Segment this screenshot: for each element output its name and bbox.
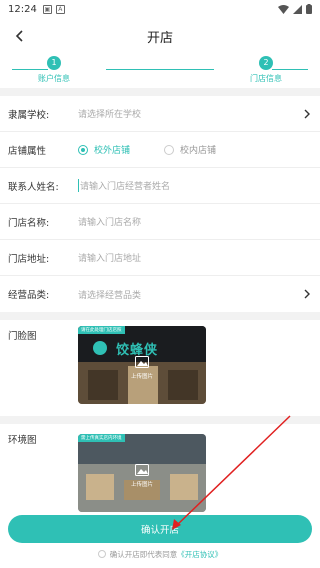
school-placeholder: 请选择所在学校 — [78, 110, 142, 120]
contact-name-input[interactable]: 请输入门店经营者姓名 — [78, 179, 170, 192]
image-icon — [135, 464, 149, 476]
chevron-left-icon — [15, 30, 23, 42]
agreement-row: 确认开店即代表同意 《开店协议》 — [0, 547, 320, 561]
step-indicator: 1 账户信息 2 门店信息 — [0, 52, 320, 88]
wifi-icon — [278, 4, 289, 14]
section-divider — [0, 312, 320, 320]
section-divider — [0, 416, 320, 424]
environment-upload[interactable]: 需上传真实店内环境 上传图片 — [78, 434, 206, 512]
storefront-upload[interactable]: 饺蜂侠 请在此处理门店店照 上传图片 — [78, 326, 206, 404]
category-label: 经营品类: — [8, 290, 50, 301]
radio-unchecked-icon — [164, 144, 175, 155]
storefront-label: 门脸图 — [8, 331, 37, 342]
store-name-label: 门店名称: — [8, 217, 50, 229]
section-divider — [0, 88, 320, 96]
agreement-text: 确认开店即代表同意 — [109, 549, 178, 559]
signal-icon — [293, 4, 302, 14]
store-type-row: 店铺属性 校外店铺 校内店铺 — [0, 132, 320, 168]
environment-tag: 需上传真实店内环境 — [78, 434, 125, 442]
status-time: 12:24 — [8, 3, 37, 15]
storefront-section: 门脸图 饺蜂侠 请在此处理门店店照 上传图片 — [0, 320, 320, 416]
confirm-open-store-button[interactable]: 确认开店 — [8, 515, 312, 543]
step-line — [272, 69, 308, 70]
contact-name-field[interactable]: 联系人姓名: 请输入门店经营者姓名 — [0, 168, 320, 204]
radio-off-campus[interactable]: 校外店铺 — [78, 143, 130, 156]
store-name-field[interactable]: 门店名称: 请输入门店名称 — [0, 204, 320, 240]
image-icon — [135, 356, 149, 368]
image-notification-icon: ▣ — [42, 4, 52, 14]
step-store-info: 2 门店信息 — [236, 56, 296, 84]
store-address-input[interactable]: 请输入门店地址 — [78, 251, 141, 264]
category-select[interactable]: 经营品类: 请选择经营品类 — [0, 276, 320, 312]
step-number: 1 — [47, 56, 61, 70]
step-number: 2 — [259, 56, 273, 70]
environment-upload-label: 上传图片 — [130, 482, 153, 488]
chevron-right-icon — [304, 109, 310, 118]
battery-icon — [306, 4, 312, 14]
step-progress-line — [106, 69, 214, 70]
radio-checked-icon — [78, 144, 88, 155]
nav-bar: 开店 — [0, 20, 320, 52]
step-label: 账户信息 — [38, 74, 70, 83]
agreement-checkbox[interactable] — [97, 550, 106, 558]
school-label: 隶属学校: — [8, 109, 50, 121]
agreement-link[interactable]: 《开店协议》 — [177, 549, 222, 560]
back-button[interactable] — [8, 24, 32, 48]
contact-name-label: 联系人姓名: — [8, 181, 59, 193]
store-address-label: 门店地址: — [8, 253, 50, 265]
environment-section: 环境图 需上传真实店内环境 上传图片 — [0, 424, 320, 512]
store-address-field[interactable]: 门店地址: 请输入门店地址 — [0, 240, 320, 276]
storefront-upload-label: 上传图片 — [130, 374, 153, 380]
storefront-tag: 请在此处理门店店照 — [78, 326, 125, 334]
status-bar: 12:24 ▣ A — [0, 0, 320, 18]
step-label: 门店信息 — [250, 74, 282, 83]
text-notification-icon: A — [55, 4, 65, 14]
step-account-info: 1 账户信息 — [24, 56, 84, 84]
store-type-label: 店铺属性 — [8, 145, 47, 157]
radio-off-campus-label: 校外店铺 — [94, 146, 131, 156]
environment-label: 环境图 — [8, 435, 37, 446]
page-title: 开店 — [146, 30, 173, 46]
category-placeholder: 请选择经营品类 — [78, 290, 142, 301]
radio-on-campus[interactable]: 校内店铺 — [164, 143, 216, 156]
chevron-right-icon — [304, 289, 310, 299]
store-name-input[interactable]: 请输入门店名称 — [78, 215, 141, 228]
school-select[interactable]: 隶属学校: 请选择所在学校 — [0, 96, 320, 132]
radio-on-campus-label: 校内店铺 — [180, 146, 217, 156]
